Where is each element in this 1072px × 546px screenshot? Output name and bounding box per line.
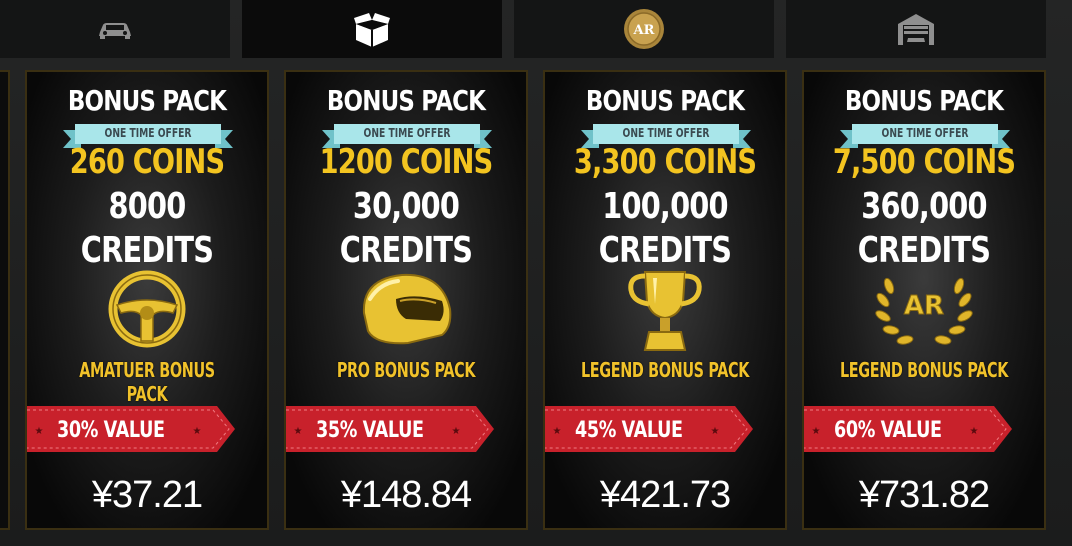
offer-text: ONE TIME OFFER: [881, 126, 969, 140]
credits-amount: 8000: [108, 186, 187, 227]
card-title: BONUS PACK: [67, 84, 227, 117]
card-title: BONUS PACK: [844, 84, 1004, 117]
coins-amount: 1200 COINS: [319, 142, 494, 182]
credits-amount: 30,000: [352, 186, 460, 227]
value-label: 35% VALUE: [316, 418, 424, 443]
pack-name: PRO BONUS PACK: [336, 358, 476, 382]
price: ¥37.21: [91, 474, 203, 516]
coins-amount: 3,300 COINS: [573, 142, 757, 182]
credits-label: CREDITS: [339, 230, 473, 271]
credits-label: CREDITS: [80, 230, 214, 271]
value-label: 45% VALUE: [575, 418, 683, 443]
bonus-pack-card[interactable]: BONUS PACK ONE TIME OFFER 3,300 COINS 10…: [543, 70, 787, 530]
credits-amount: 360,000: [861, 186, 987, 227]
coins-amount: 260 COINS: [69, 142, 225, 182]
price: ¥421.73: [599, 474, 731, 516]
card-title: BONUS PACK: [585, 84, 745, 117]
pack-name: LEGEND BONUS PACK: [839, 358, 1009, 382]
value-banner: ★ ★ 45% VALUE: [545, 406, 755, 452]
tab-cars[interactable]: [0, 0, 230, 58]
bonus-pack-card[interactable]: BONUS PACK ONE TIME OFFER 260 COINS 8000…: [25, 70, 269, 530]
svg-text:★: ★: [193, 426, 202, 437]
box-icon: [352, 10, 392, 48]
svg-text:★: ★: [553, 426, 562, 437]
coins-amount: 7,500 COINS: [832, 142, 1016, 182]
svg-text:★: ★: [711, 426, 720, 437]
value-banner: ★ ★ 60% VALUE: [804, 406, 1014, 452]
store-screen: AR BONUS PACK ONE TIME OFFER 260 COINS 8…: [0, 0, 1072, 546]
pack-name: LEGEND BONUS PACK: [580, 358, 750, 382]
svg-text:★: ★: [294, 426, 303, 437]
emblem-label: AR: [904, 291, 944, 321]
credits-amount: 100,000: [602, 186, 728, 227]
svg-text:★: ★: [452, 426, 461, 437]
bonus-pack-card[interactable]: BONUS PACK ONE TIME OFFER 7,500 COINS 36…: [802, 70, 1046, 530]
card-title: BONUS PACK: [326, 84, 486, 117]
offer-text: ONE TIME OFFER: [622, 126, 710, 140]
price: ¥148.84: [340, 474, 472, 516]
svg-text:★: ★: [35, 426, 44, 437]
value-banner: ★ ★ 30% VALUE: [27, 406, 237, 452]
price: ¥731.82: [858, 474, 990, 516]
pack-name: AMATUER BONUS PACK: [79, 358, 215, 406]
credits-label: CREDITS: [598, 230, 732, 271]
value-banner: ★ ★ 35% VALUE: [286, 406, 496, 452]
tab-garage[interactable]: [786, 0, 1046, 58]
tab-coins[interactable]: AR: [514, 0, 774, 58]
garage-icon: [896, 12, 936, 46]
svg-text:★: ★: [970, 426, 979, 437]
coin-label: AR: [633, 23, 655, 38]
offer-text: ONE TIME OFFER: [104, 126, 192, 140]
steering-wheel-icon: [27, 268, 267, 350]
ar-coin-icon: AR: [623, 8, 665, 50]
helmet-icon: [286, 268, 526, 350]
bonus-pack-card[interactable]: BONUS PACK ONE TIME OFFER 1200 COINS 30,…: [284, 70, 528, 530]
offer-text: ONE TIME OFFER: [363, 126, 451, 140]
credits-label: CREDITS: [857, 230, 991, 271]
trophy-icon: [545, 268, 785, 351]
tab-bonus-packs[interactable]: [242, 0, 502, 58]
car-icon: [96, 18, 134, 40]
ar-laurel-icon: AR: [804, 268, 1044, 350]
svg-text:★: ★: [812, 426, 821, 437]
previous-card-edge[interactable]: [0, 70, 10, 530]
value-label: 60% VALUE: [834, 418, 942, 443]
value-label: 30% VALUE: [57, 418, 165, 443]
